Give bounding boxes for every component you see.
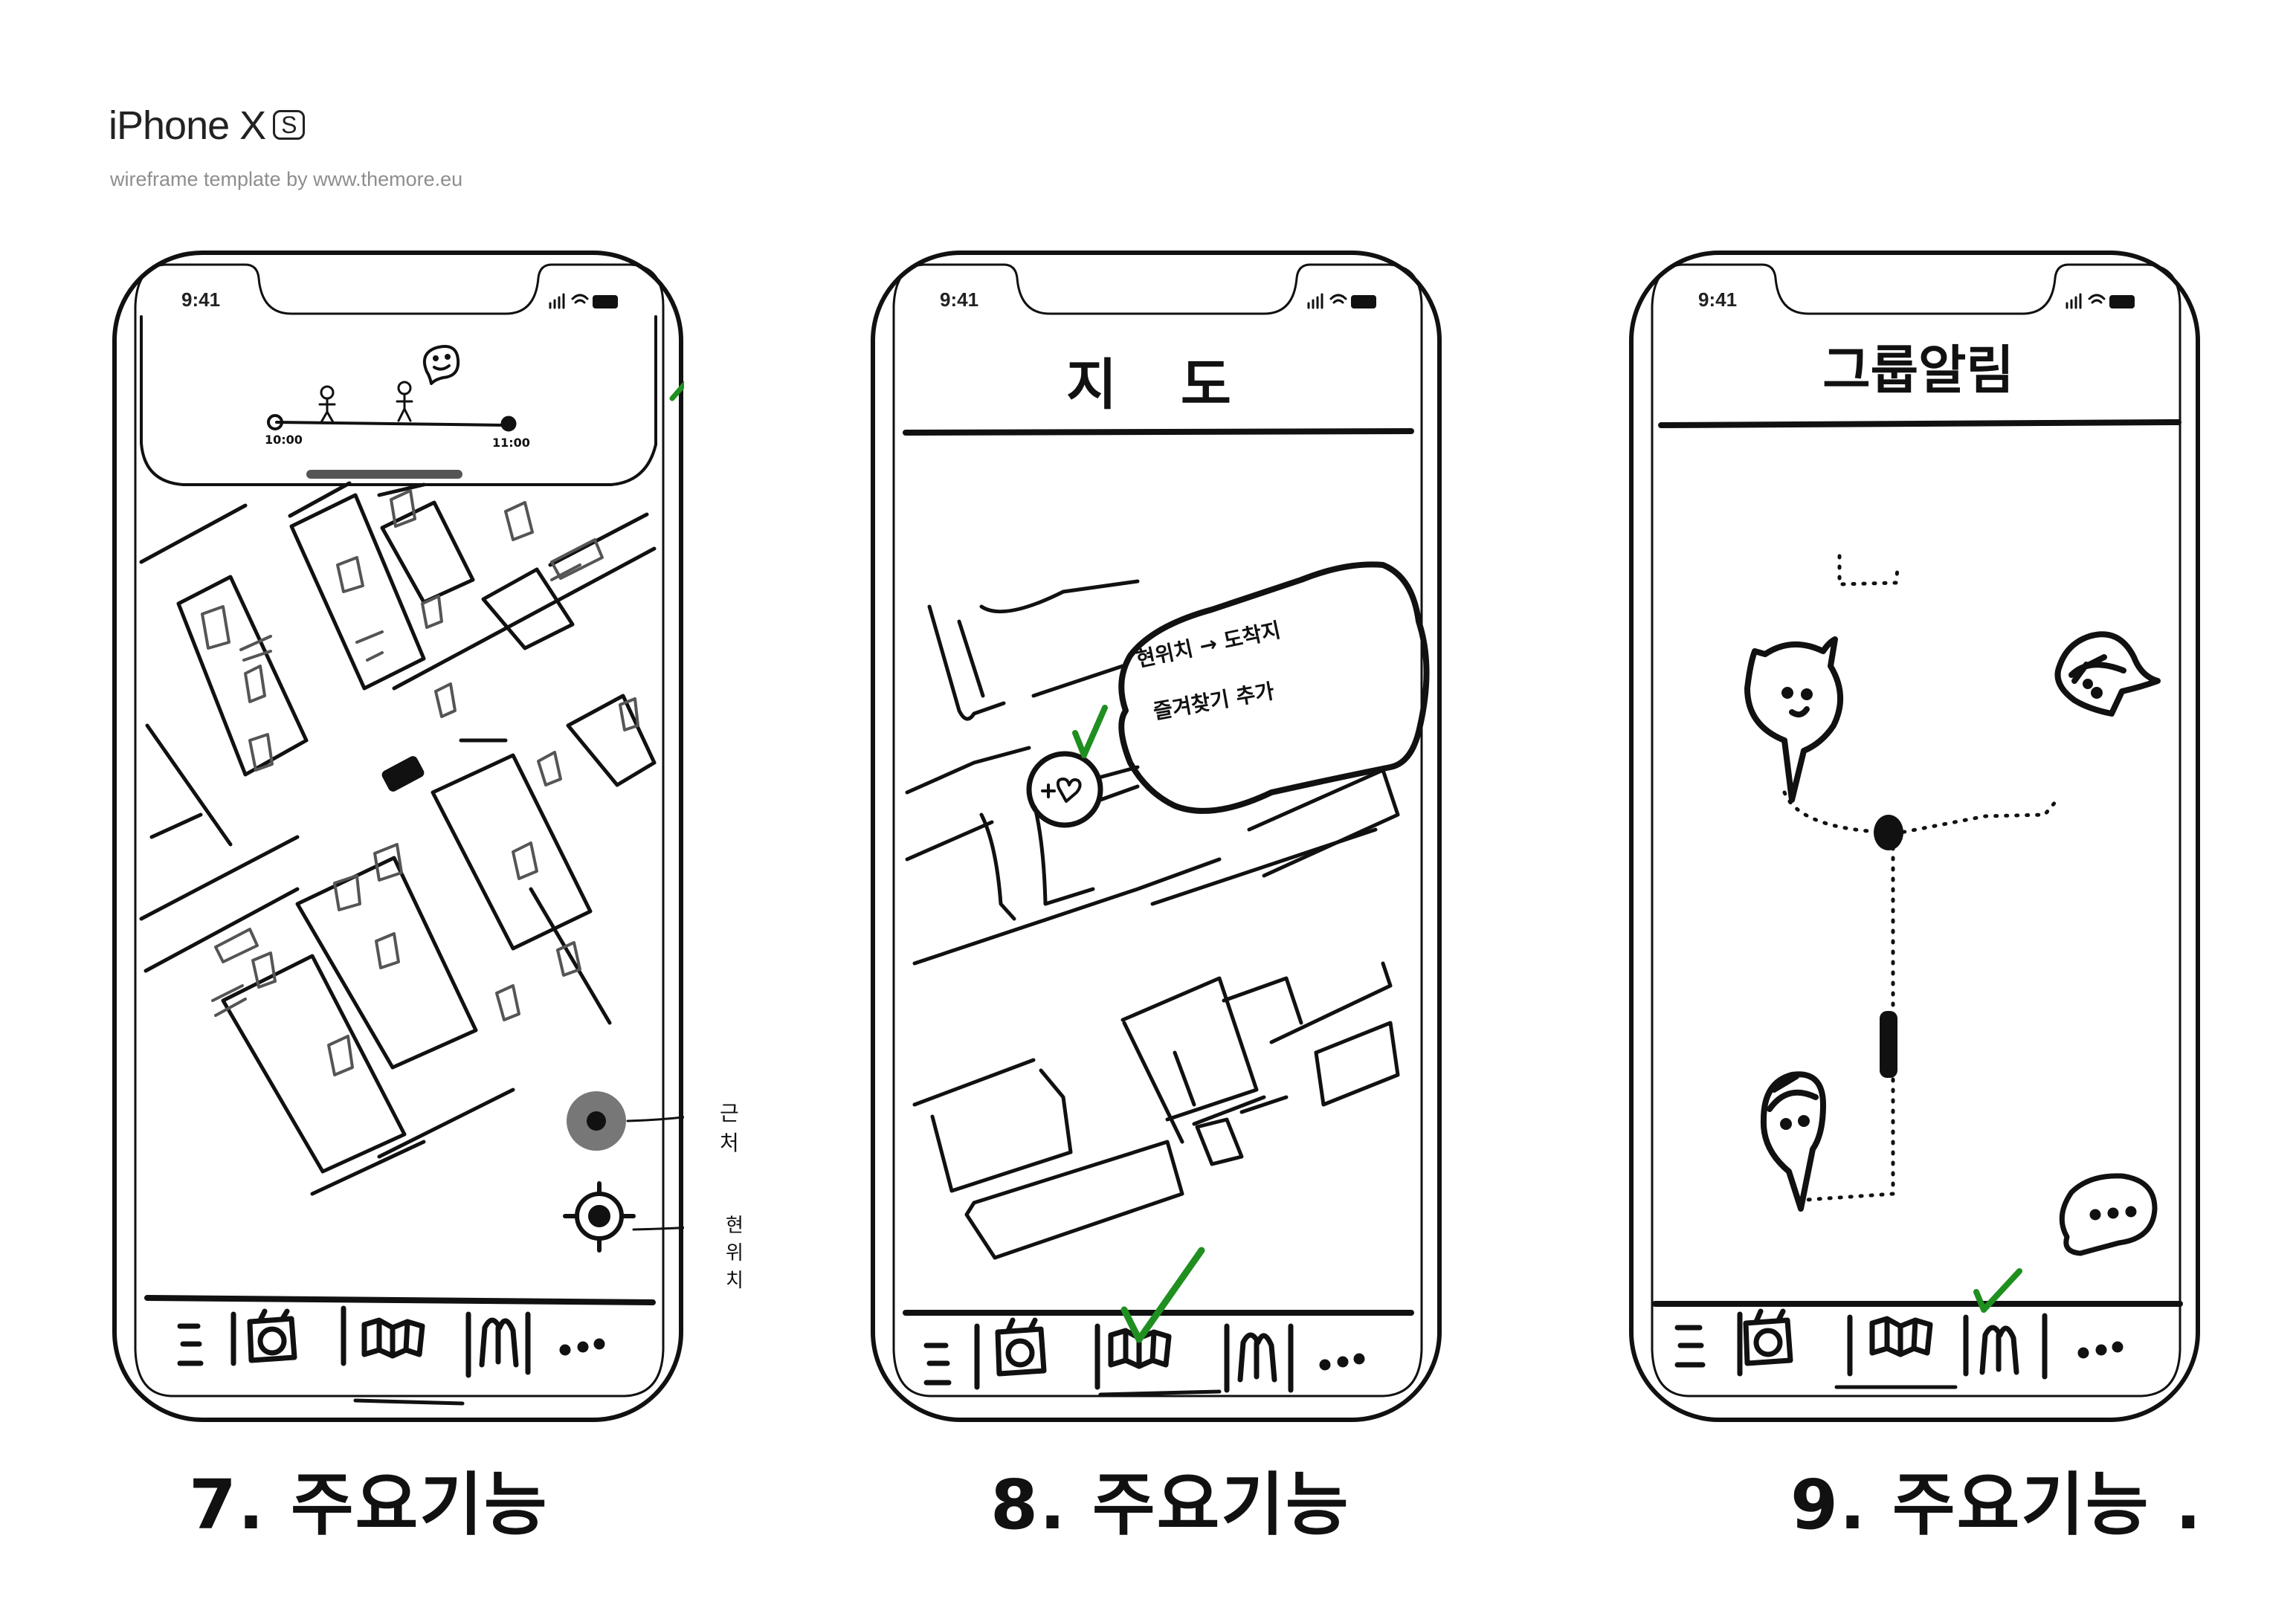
tab-camera[interactable]: [238, 1298, 342, 1380]
timeline-end-dot: [500, 416, 517, 432]
tab-more[interactable]: [2049, 1304, 2176, 1386]
favorite-speech-bubble: [1118, 561, 1430, 814]
timeline-end-time: 11:00: [492, 436, 530, 450]
phone-screen-7: 9:41 10:00 11:00 근처 현위치: [112, 250, 744, 1423]
template-subtitle: wireframe template by www.themore.eu: [110, 168, 463, 190]
tab-menu[interactable]: [907, 1313, 974, 1395]
wifi-icon: [2088, 294, 2106, 304]
battery-icon: [2109, 295, 2135, 308]
tab-more[interactable]: [1295, 1313, 1407, 1395]
heart-icon: [1056, 778, 1082, 803]
chat-bubble-icon[interactable]: [2059, 1173, 2158, 1256]
signal-icon: [549, 293, 565, 309]
nearby-dot-icon: [587, 1111, 606, 1131]
phone-screen-8: 9:41 지 도 현위치 → 도착지 즐겨찾기 추가: [870, 250, 1442, 1423]
tab-map[interactable]: [1853, 1304, 1963, 1386]
vehicle-marker-icon: [381, 756, 425, 792]
timeline-start-time: 10:00: [265, 433, 303, 447]
my-location-dot: [1874, 815, 1903, 850]
status-time: 9:41: [181, 288, 221, 311]
nearby-label: 근처: [720, 1101, 739, 1155]
screen-outline: [134, 263, 665, 1398]
map-sketch: [905, 579, 1400, 1260]
tab-menu[interactable]: [1661, 1304, 1735, 1386]
wifi-icon: [571, 294, 589, 304]
battery-icon: [1351, 295, 1376, 308]
location-callout-line: [632, 1227, 684, 1231]
tab-group[interactable]: [1231, 1313, 1288, 1395]
signal-icon: [2066, 293, 2082, 309]
tab-camera[interactable]: [1743, 1304, 1847, 1386]
caption-7: 7. 주요기능: [189, 1465, 549, 1545]
member-avatar-cat[interactable]: [1744, 636, 1843, 803]
title-divider: [1658, 419, 2181, 428]
current-location-icon[interactable]: [563, 1181, 636, 1253]
battery-icon: [593, 295, 618, 308]
map-sketch: [139, 481, 657, 1196]
caption-8: 8. 주요기능: [990, 1465, 1350, 1545]
page-title: 그룹알림: [1822, 340, 2014, 401]
tab-map[interactable]: [348, 1298, 467, 1380]
person-icon: [396, 381, 413, 422]
template-title: iPhone XS: [109, 103, 305, 149]
member-avatar-girl[interactable]: [2054, 631, 2161, 717]
panel-handle[interactable]: [306, 470, 462, 479]
buildings-sketch: [201, 489, 639, 1076]
title-divider: [903, 428, 1414, 436]
tab-group[interactable]: [1969, 1304, 2042, 1386]
template-badge: S: [273, 110, 305, 140]
page-title: 지 도: [1066, 353, 1254, 417]
wifi-icon: [1329, 294, 1347, 304]
nearby-callout-line: [626, 1116, 684, 1122]
status-time: 9:41: [1698, 288, 1738, 311]
bubble-pointer-lower: [1098, 784, 1140, 802]
tab-group[interactable]: [473, 1298, 526, 1380]
walker-icon: [318, 385, 336, 424]
member-avatar-boy[interactable]: [1760, 1071, 1826, 1212]
favorite-marker[interactable]: [1026, 751, 1103, 828]
status-time: 9:41: [940, 288, 979, 311]
caption-9: 9. 주요기능 .: [1790, 1465, 2203, 1545]
group-member-marker: [1880, 1011, 1897, 1078]
smiley-icon: [423, 345, 460, 385]
current-location-label: 현위치: [726, 1215, 744, 1292]
tab-map[interactable]: [1102, 1313, 1224, 1395]
signal-icon: [1307, 293, 1323, 309]
tab-camera[interactable]: [981, 1313, 1093, 1395]
tab-more[interactable]: [532, 1298, 644, 1380]
tab-menu[interactable]: [156, 1298, 230, 1380]
timeline-bar: [275, 421, 507, 427]
check-icon: [1072, 705, 1108, 758]
phone-frame: [112, 251, 683, 1422]
phone-screen-9: 9:41 그룹알림: [1628, 250, 2201, 1423]
